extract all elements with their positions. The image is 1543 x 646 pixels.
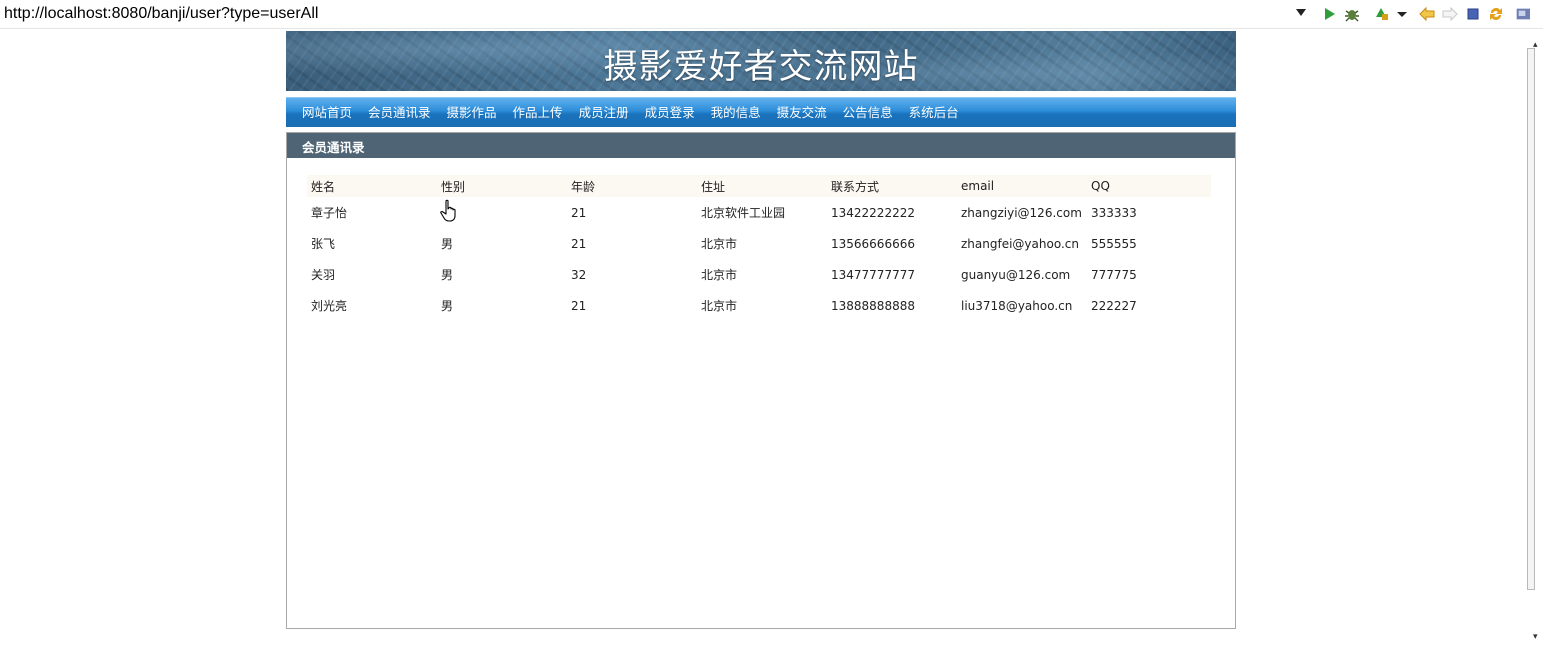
cell-qq: 555555	[1091, 236, 1137, 251]
cell-age: 21	[571, 236, 587, 251]
cell-email: liu3718@yahoo.cn	[961, 298, 1073, 313]
cell-name: 章子怡	[311, 206, 348, 220]
member-table: 姓名 性别 年龄 住址 联系方式 email QQ 章子怡 21 北京软件工业园…	[307, 175, 1211, 321]
nav-item-announcements[interactable]: 公告信息	[843, 98, 893, 127]
nav-item-admin[interactable]: 系统后台	[909, 98, 959, 127]
cell-gender: 男	[441, 299, 454, 313]
cell-email: zhangfei@yahoo.cn	[961, 236, 1079, 251]
hand-cursor-icon	[440, 199, 460, 223]
cell-phone: 13477777777	[831, 267, 915, 282]
scroll-up-arrow-icon[interactable]: ▴	[1533, 40, 1543, 50]
nav-list: 网站首页 会员通讯录 摄影作品 作品上传 成员注册 成员登录 我的信息 摄友交流…	[302, 98, 975, 127]
table-row: 张飞 男 21 北京市 13566666666 zhangfei@yahoo.c…	[307, 228, 1211, 259]
nav-item-login[interactable]: 成员登录	[645, 98, 695, 127]
table-row: 刘光亮 男 21 北京市 13888888888 liu3718@yahoo.c…	[307, 290, 1211, 321]
vertical-scrollbar[interactable]	[1527, 48, 1535, 590]
refresh-icon[interactable]	[1487, 5, 1505, 23]
cell-gender: 男	[441, 237, 454, 251]
cell-address: 北京市	[701, 268, 738, 282]
url-input[interactable]	[2, 3, 1316, 24]
nav-item-forum[interactable]: 摄友交流	[777, 98, 827, 127]
forward-icon[interactable]	[1441, 5, 1459, 23]
table-header-row: 姓名 性别 年龄 住址 联系方式 email QQ	[307, 175, 1211, 197]
cell-address: 北京软件工业园	[701, 206, 786, 220]
external-tools-icon[interactable]	[1372, 5, 1390, 23]
panel-title: 会员通讯录	[302, 140, 365, 155]
nav-item-member-directory[interactable]: 会员通讯录	[368, 98, 431, 127]
stop-icon[interactable]	[1464, 5, 1482, 23]
browser-toolbar	[0, 0, 1543, 29]
run-icon[interactable]	[1320, 5, 1338, 23]
main-nav: 网站首页 会员通讯录 摄影作品 作品上传 成员注册 成员登录 我的信息 摄友交流…	[286, 97, 1236, 127]
column-header-email: email	[957, 175, 1087, 197]
cell-name: 张飞	[311, 237, 336, 251]
column-header-address: 住址	[697, 175, 827, 197]
cell-name: 刘光亮	[311, 299, 348, 313]
cell-qq: 333333	[1091, 205, 1137, 220]
cell-age: 21	[571, 205, 587, 220]
member-directory-panel: 会员通讯录 姓名 性别 年龄 住址 联系方式 email QQ 章子怡 21 北…	[286, 132, 1236, 629]
cell-qq: 222227	[1091, 298, 1137, 313]
site-title: 摄影爱好者交流网站	[603, 47, 919, 87]
site-banner: 摄影爱好者交流网站	[286, 31, 1236, 91]
cell-qq: 777775	[1091, 267, 1137, 282]
nav-item-home[interactable]: 网站首页	[302, 98, 352, 127]
column-header-qq: QQ	[1087, 175, 1211, 197]
nav-item-register[interactable]: 成员注册	[579, 98, 629, 127]
cell-phone: 13566666666	[831, 236, 915, 251]
column-header-name: 姓名	[307, 175, 437, 197]
cell-address: 北京市	[701, 299, 738, 313]
perspective-icon[interactable]	[1516, 5, 1543, 23]
cell-email: guanyu@126.com	[961, 267, 1071, 282]
cell-email: zhangziyi@126.com	[961, 205, 1082, 220]
cell-phone: 13422222222	[831, 205, 915, 220]
nav-item-upload-works[interactable]: 作品上传	[513, 98, 563, 127]
column-header-gender: 性别	[437, 175, 567, 197]
cell-phone: 13888888888	[831, 298, 915, 313]
scroll-down-arrow-icon[interactable]: ▾	[1533, 632, 1543, 642]
nav-item-photo-works[interactable]: 摄影作品	[447, 98, 497, 127]
back-icon[interactable]	[1418, 5, 1436, 23]
cell-address: 北京市	[701, 237, 738, 251]
external-tools-dropdown-icon[interactable]	[1393, 5, 1411, 23]
cell-age: 21	[571, 298, 587, 313]
url-history-dropdown-icon[interactable]	[1296, 9, 1306, 16]
nav-item-my-info[interactable]: 我的信息	[711, 98, 761, 127]
column-header-age: 年龄	[567, 175, 697, 197]
panel-header: 会员通讯录	[287, 133, 1235, 158]
column-header-phone: 联系方式	[827, 175, 957, 197]
cell-gender: 男	[441, 268, 454, 282]
table-row: 关羽 男 32 北京市 13477777777 guanyu@126.com 7…	[307, 259, 1211, 290]
cell-age: 32	[571, 267, 587, 282]
debug-icon[interactable]	[1343, 5, 1361, 23]
cell-name: 关羽	[311, 268, 336, 282]
